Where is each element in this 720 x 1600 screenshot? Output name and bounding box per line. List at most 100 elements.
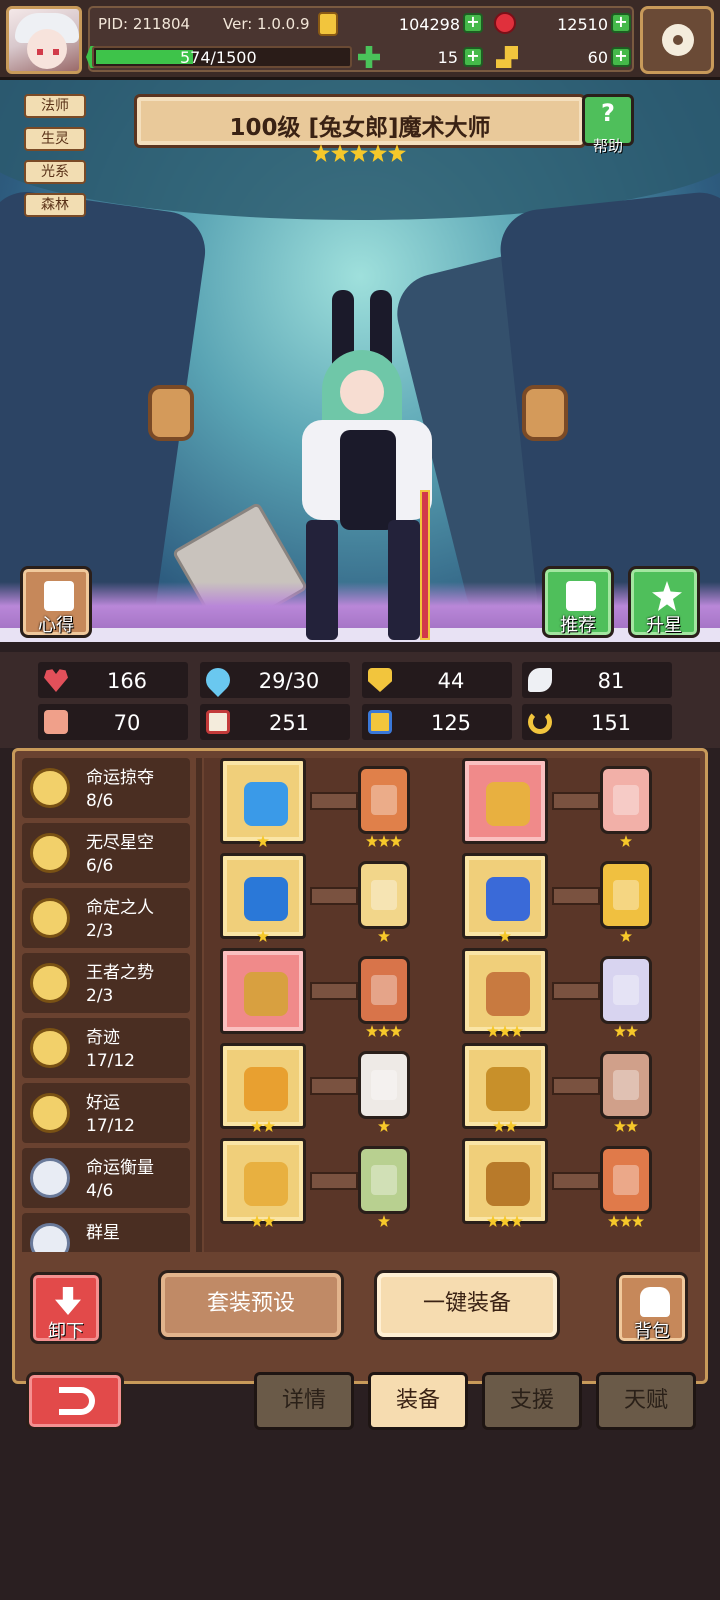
set-medal-icon (30, 963, 70, 1003)
xp-progress-fill (96, 50, 193, 64)
item-star-rating (257, 927, 269, 942)
set-bonus-item[interactable]: 王者之势 2/3 (22, 953, 190, 1013)
hero-leg (388, 520, 420, 640)
slot-connector (310, 887, 358, 905)
set-bonus-item[interactable]: 群星 (22, 1213, 190, 1252)
item-star-rating (499, 927, 511, 942)
star-up-button[interactable]: 升星 (628, 566, 700, 638)
rune-card[interactable] (600, 766, 652, 834)
rune-card[interactable] (358, 1051, 410, 1119)
auto-equip-button[interactable]: 一键装备 (374, 1270, 560, 1340)
star-icon (378, 1120, 390, 1132)
stat-mana: 29/30 (200, 662, 350, 698)
tab-equipment[interactable]: 装备 (368, 1372, 468, 1430)
star-icon (487, 1215, 499, 1227)
hero-face (340, 370, 384, 414)
star-icon (350, 144, 368, 162)
card-star-rating (614, 1022, 638, 1037)
add-key-button[interactable]: + (611, 47, 631, 67)
star-icon (366, 1025, 378, 1037)
add-gold-button[interactable]: + (463, 13, 483, 33)
star-icon (511, 1025, 523, 1037)
star-icon (499, 1215, 511, 1227)
stat-attack: 70 (38, 704, 188, 740)
equipment-grid (204, 758, 700, 1252)
set-medal-icon (30, 898, 70, 938)
star-icon (608, 1215, 620, 1227)
tag-element: 光系 (24, 160, 86, 184)
rune-card[interactable] (358, 956, 410, 1024)
star-icon (390, 1025, 402, 1037)
star-icon (493, 1120, 505, 1132)
hero-sprite[interactable] (292, 290, 452, 640)
slot-connector (310, 982, 358, 1000)
help-button[interactable]: ? 帮助 (582, 94, 634, 155)
avatar-face (27, 29, 67, 69)
equipment-slot[interactable] (220, 948, 306, 1034)
thumbs-up-icon (566, 581, 596, 611)
player-avatar[interactable] (6, 6, 82, 74)
star-icon (378, 1215, 390, 1227)
tab-talent[interactable]: 天赋 (596, 1372, 696, 1430)
rune-card[interactable] (358, 766, 410, 834)
set-count: 2/3 (86, 921, 114, 941)
star-icon (388, 144, 406, 162)
rune-card[interactable] (600, 1051, 652, 1119)
panel-divider (196, 758, 202, 1252)
set-bonus-item[interactable]: 奇迹 17/12 (22, 1018, 190, 1078)
tab-support[interactable]: 支援 (482, 1372, 582, 1430)
stat-defense: 44 (362, 662, 512, 698)
star-icon (614, 1025, 626, 1037)
rune-card[interactable] (600, 1146, 652, 1214)
bag-button[interactable]: 背包 (616, 1272, 688, 1344)
set-name: 王者之势 (86, 963, 154, 983)
hero-title: 100级 [兔女郎]魔术大师 (229, 115, 491, 141)
add-clover-button[interactable]: + (463, 47, 483, 67)
card-star-rating (378, 927, 390, 942)
set-count: 17/12 (86, 1116, 135, 1136)
item-star-rating (487, 1212, 523, 1227)
ruby-gem-icon (494, 12, 516, 34)
star-icon (652, 581, 682, 611)
rune-stone-right-icon[interactable] (522, 385, 568, 441)
star-icon (499, 1025, 511, 1037)
return-arrow-icon (59, 1387, 95, 1415)
set-name: 奇迹 (86, 1028, 120, 1048)
set-bonus-item[interactable]: 命运衡量 4/6 (22, 1148, 190, 1208)
rune-stone-left-icon[interactable] (148, 385, 194, 441)
rune-card[interactable] (600, 956, 652, 1024)
star-icon (626, 1120, 638, 1132)
rune-card[interactable] (358, 861, 410, 929)
card-star-rating (620, 832, 632, 847)
stat-defense-value: 44 (437, 669, 465, 693)
player-id: PID: 211804 (98, 15, 191, 33)
amulet-icon (244, 1162, 288, 1206)
slot-connector (552, 1172, 600, 1190)
set-count: 17/12 (86, 1051, 135, 1071)
set-bonus-item[interactable]: 好运 17/12 (22, 1083, 190, 1143)
card-star-rating (378, 1212, 390, 1227)
version-label: Ver: 1.0.0.9 (223, 15, 310, 33)
star-icon (378, 1025, 390, 1037)
unequip-button[interactable]: 卸下 (30, 1272, 102, 1344)
gold-coin-icon (318, 12, 338, 36)
slot-connector (552, 887, 600, 905)
set-bonus-list[interactable]: 命运掠夺 8/6 无尽星空 6/6 命定之人 2/3 王者之势 2/3 奇迹 17/12 好运 17/… (22, 758, 190, 1252)
tab-details[interactable]: 详情 (254, 1372, 354, 1430)
rune-card[interactable] (358, 1146, 410, 1214)
hero-cane (420, 490, 430, 640)
add-gem-button[interactable]: + (611, 13, 631, 33)
rune-card[interactable] (600, 861, 652, 929)
back-button[interactable] (26, 1372, 124, 1430)
stat-mana-value: 29/30 (258, 669, 320, 693)
set-bonus-item[interactable]: 命定之人 2/3 (22, 888, 190, 948)
set-name: 命运掠夺 (86, 768, 154, 788)
set-bonus-item[interactable]: 无尽星空 6/6 (22, 823, 190, 883)
notes-button[interactable]: 心得 (20, 566, 92, 638)
preset-button[interactable]: 套装预设 (158, 1270, 344, 1340)
settings-button[interactable] (640, 6, 714, 74)
equipment-slot[interactable] (462, 758, 548, 844)
star-icon (632, 1215, 644, 1227)
set-bonus-item[interactable]: 命运掠夺 8/6 (22, 758, 190, 818)
recommend-button[interactable]: 推荐 (542, 566, 614, 638)
